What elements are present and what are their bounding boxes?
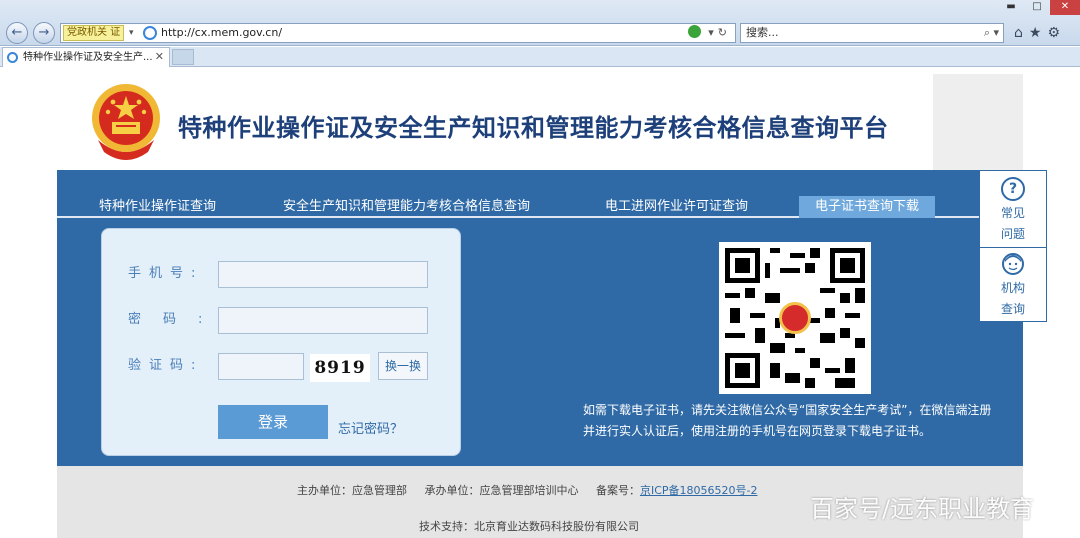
main-panel: 特种作业操作证查询 安全生产知识和管理能力考核合格信息查询 电工进网作业许可证查… [57, 170, 1023, 466]
faq-button[interactable]: ? 常见 问题 [980, 171, 1046, 246]
back-icon[interactable]: ← [6, 22, 28, 44]
minimize-icon[interactable]: ▬ [998, 0, 1024, 15]
maximize-icon[interactable]: □ [1024, 0, 1050, 15]
ie-page-icon [143, 26, 157, 40]
toolbar-icons: ⌂★⚙ [1014, 23, 1066, 43]
refresh-captcha-button[interactable]: 换一换 [378, 352, 428, 380]
home-icon[interactable]: ⌂ [1014, 25, 1029, 41]
header-side-panel [933, 74, 1023, 170]
national-emblem-icon [92, 84, 160, 160]
captcha-image[interactable]: 8919 [310, 354, 370, 382]
person-icon [1002, 253, 1024, 275]
footer-icp-label: 备案号： [595, 484, 640, 497]
login-form: 手机号: 密码: 验证码: 8919 换一换 登录 忘记密码？ [101, 228, 461, 456]
browser-search-placeholder: 搜索... [746, 26, 779, 39]
url-text[interactable]: http://cx.mem.gov.cn/ [161, 26, 282, 40]
faq-label-line2: 问题 [1000, 227, 1025, 241]
forgot-password-link[interactable]: 忘记密码？ [338, 421, 403, 439]
icp-link[interactable]: 京ICP备18056520号-2 [640, 484, 758, 497]
tab-safety-knowledge-query[interactable]: 安全生产知识和管理能力考核合格信息查询 [283, 198, 530, 216]
favorites-button[interactable]: 党政机关 证 [63, 25, 125, 41]
org-label-line1: 机构 [1000, 281, 1025, 295]
nav-tabs: 特种作业操作证查询 安全生产知识和管理能力考核合格信息查询 电工进网作业许可证查… [57, 194, 1023, 218]
close-window-icon[interactable]: ✕ [1050, 0, 1080, 15]
favorites-dropdown-icon[interactable]: ▾ [129, 25, 139, 41]
side-help-panel: ? 常见 问题 机构 查询 [979, 170, 1047, 322]
tab-close-icon[interactable]: ✕ [155, 50, 164, 64]
watermark-text: 百家号/远东职业教育 [810, 495, 1035, 523]
captcha-input[interactable] [218, 353, 304, 380]
address-bar[interactable]: 党政机关 证 ▾ http://cx.mem.gov.cn/ ▾↻ [60, 23, 736, 43]
gear-icon[interactable]: ⚙ [1047, 25, 1066, 41]
question-icon: ? [1001, 177, 1025, 201]
login-button[interactable]: 登录 [218, 405, 328, 439]
favorites-label: 党政机关 [67, 27, 107, 38]
tab-e-certificate-download[interactable]: 电子证书查询下载 [799, 196, 936, 218]
password-input[interactable] [218, 307, 428, 334]
wechat-qr-code [719, 242, 871, 394]
captcha-label: 验证码: [128, 358, 204, 373]
search-icon[interactable]: ⌕ ▾ [984, 26, 999, 40]
footer-support: 技术支持：北京育业达数码科技股份有限公司 [419, 520, 639, 533]
org-label-line2: 查询 [1000, 302, 1025, 316]
tab-strip: 特种作业操作证及安全生产... ✕ [0, 47, 1080, 67]
browser-search-box[interactable]: 搜索... ⌕ ▾ [740, 23, 1004, 43]
tab-ie-icon [7, 52, 18, 63]
qr-center-emblem-icon [779, 302, 811, 334]
footer-organizer: 承办单位：应急管理部培训中心 [424, 484, 579, 497]
tab-electrician-permit-query[interactable]: 电工进网作业许可证查询 [605, 198, 748, 216]
org-query-button[interactable]: 机构 查询 [980, 248, 1046, 323]
browser-tab[interactable]: 特种作业操作证及安全生产... ✕ [2, 47, 170, 67]
download-notice: 如需下载电子证书，请先关注微信公众号“国家安全生产考试”，在微信端注册并进行实人… [583, 403, 992, 438]
phone-input[interactable] [218, 261, 428, 288]
footer-sponsor: 主办单位：应急管理部 [297, 484, 407, 497]
compat-icon[interactable] [687, 25, 701, 38]
tab-special-operation-query[interactable]: 特种作业操作证查询 [99, 198, 216, 216]
phone-label: 手机号: [128, 266, 204, 281]
footer-info: 主办单位：应急管理部 承办单位：应急管理部培训中心 备案号：京ICP备18056… [297, 483, 757, 499]
refresh-icon[interactable]: ↻ [718, 26, 731, 39]
faq-label-line1: 常见 [1000, 206, 1025, 220]
browser-toolbar: ▬ □ ✕ ← → 党政机关 证 ▾ http://cx.mem.gov.cn/… [0, 0, 1080, 46]
address-tools: ▾↻ [687, 25, 731, 41]
favorites-star-icon[interactable]: ★ [1029, 25, 1048, 41]
forward-icon[interactable]: → [33, 22, 55, 44]
page-title: 特种作业操作证及安全生产知识和管理能力考核合格信息查询平台 [178, 114, 889, 142]
tab-title: 特种作业操作证及安全生产... [23, 52, 153, 63]
new-tab-button[interactable] [172, 49, 194, 65]
favorites-badge: 证 [110, 27, 121, 38]
dropdown-icon[interactable]: ▾ [708, 26, 718, 39]
password-label: 密码: [128, 312, 225, 327]
window-controls: ▬ □ ✕ [998, 0, 1080, 15]
